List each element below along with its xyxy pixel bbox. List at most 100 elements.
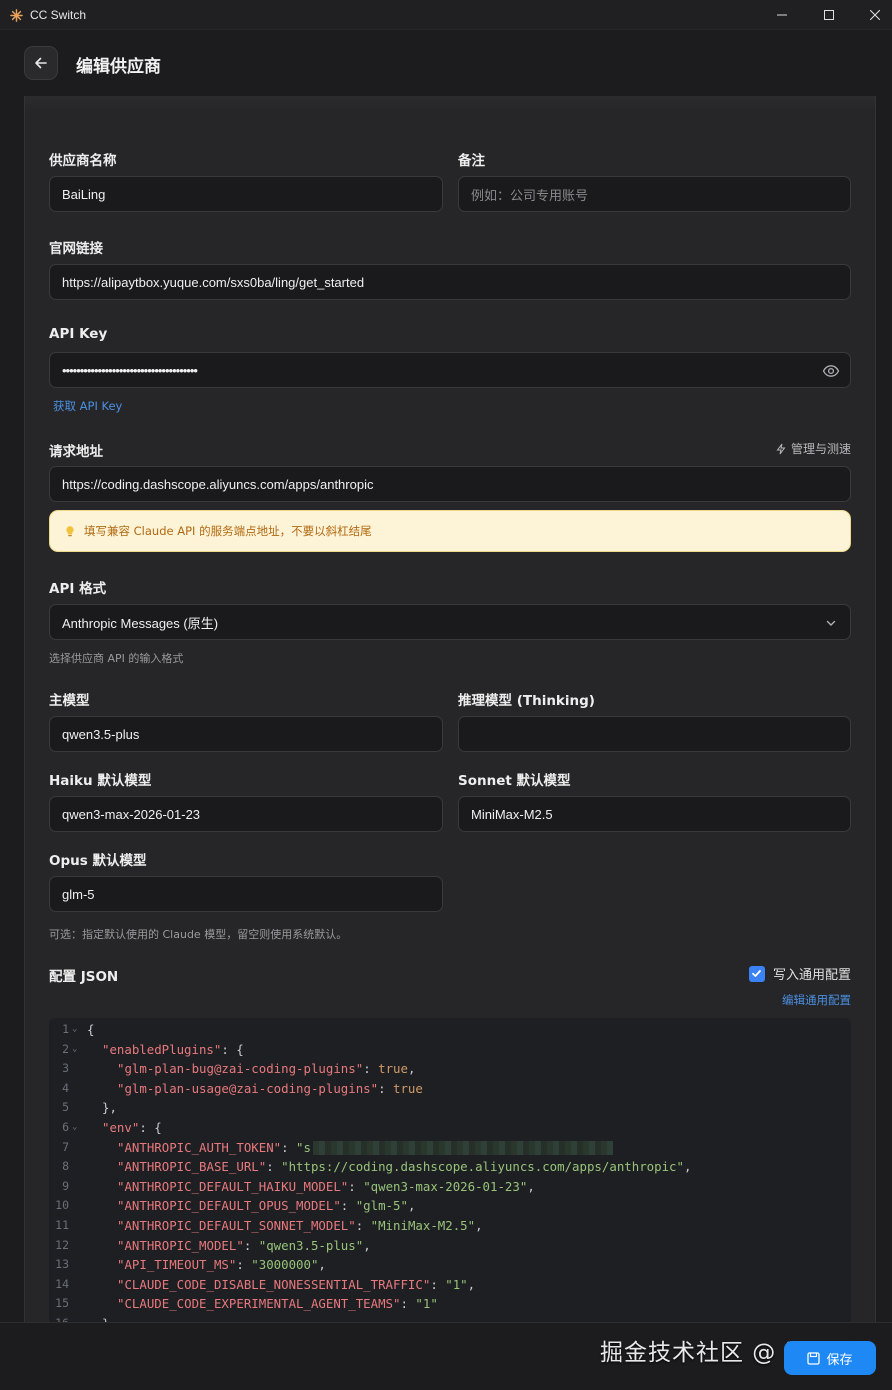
code-line[interactable]: 12 "ANTHROPIC_MODEL": "qwen3.5-plus", (49, 1236, 851, 1256)
manage-speedtest-button[interactable]: 管理与测速 (775, 440, 851, 457)
fold-chevron-icon[interactable]: ⌄ (72, 1118, 77, 1138)
code-token: , (527, 1178, 535, 1194)
code-line[interactable]: 11 "ANTHROPIC_DEFAULT_SONNET_MODEL": "Min… (49, 1216, 851, 1236)
code-token: : (348, 1178, 364, 1194)
arrow-left-icon (35, 57, 47, 69)
code-token: : (400, 1296, 416, 1312)
api-format-value: Anthropic Messages (原生) (62, 615, 219, 631)
code-text: "ANTHROPIC_DEFAULT_SONNET_MODEL": "MiniM… (117, 1216, 483, 1236)
haiku-model-value: qwen3-max-2026-01-23 (62, 806, 201, 822)
code-line[interactable]: 14 "CLAUDE_CODE_DISABLE_NONESSENTIAL_TRAF… (49, 1275, 851, 1295)
code-token: : (430, 1276, 446, 1292)
line-number: 1 (62, 1022, 69, 1036)
code-text: }, (102, 1098, 117, 1118)
manage-speedtest-label: 管理与测速 (790, 442, 851, 456)
code-token: "ANTHROPIC_BASE_URL" (117, 1159, 267, 1175)
code-token: "MiniMax-M2.5" (370, 1218, 476, 1233)
note-input[interactable]: 例如：公司专用账号 (458, 176, 851, 212)
code-line[interactable]: 9 "ANTHROPIC_DEFAULT_HAIKU_MODEL": "qwen3… (49, 1177, 851, 1197)
code-token: : (363, 1061, 379, 1077)
code-line[interactable]: 8 "ANTHROPIC_BASE_URL": "https://coding.d… (49, 1157, 851, 1177)
maximize-icon (824, 10, 834, 20)
code-token: "ANTHROPIC_DEFAULT_SONNET_MODEL" (117, 1218, 356, 1233)
code-line[interactable]: 10 "ANTHROPIC_DEFAULT_OPUS_MODEL": "glm-5… (49, 1196, 851, 1216)
code-text: "glm-plan-usage@zai-coding-plugins": tru… (117, 1079, 423, 1099)
code-token: : (355, 1218, 371, 1233)
line-number: 6 (62, 1120, 69, 1134)
code-token: "qwen3.5-plus" (258, 1237, 364, 1253)
haiku-model-label: Haiku 默认模型 (49, 773, 152, 789)
code-line[interactable]: 3 "glm-plan-bug@zai-coding-plugins": true… (49, 1059, 851, 1079)
line-number: 15 (55, 1296, 69, 1311)
minimize-button[interactable] (759, 0, 805, 30)
code-token: "qwen3-max-2026-01-23" (363, 1178, 528, 1194)
line-number: 2 (62, 1041, 69, 1056)
thinking-model-input[interactable] (458, 716, 851, 752)
code-token: "3000000" (251, 1257, 319, 1273)
line-number: 10 (55, 1198, 69, 1213)
provider-name-value: BaiLing (62, 186, 106, 202)
line-number: 12 (55, 1237, 69, 1252)
website-label: 官网链接 (49, 241, 103, 257)
get-api-key-link[interactable]: 获取 API Key (53, 398, 122, 414)
edit-common-config-link[interactable]: 编辑通用配置 (782, 992, 851, 1008)
code-token: "1" (445, 1276, 468, 1292)
code-line[interactable]: 4 "glm-plan-usage@zai-coding-plugins": tr… (49, 1079, 851, 1099)
code-token: { (87, 1022, 95, 1037)
code-line[interactable]: 13 "API_TIMEOUT_MS": "3000000", (49, 1255, 851, 1275)
redacted-token-block (312, 1141, 613, 1156)
code-line[interactable]: 2 ⌄ "enabledPlugins": { (49, 1040, 851, 1060)
write-common-config-checkbox[interactable] (748, 965, 765, 982)
code-text: "ANTHROPIC_DEFAULT_HAIKU_MODEL": "qwen3-… (117, 1177, 535, 1197)
code-text: "ANTHROPIC_BASE_URL": "https://coding.da… (117, 1157, 691, 1177)
eye-icon[interactable] (822, 362, 840, 380)
save-label: 保存 (826, 1352, 853, 1368)
opus-model-label: Opus 默认模型 (49, 853, 147, 869)
code-token: "https://coding.dashscope.aliyuncs.com/a… (281, 1159, 684, 1175)
code-text: "ANTHROPIC_AUTH_TOKEN": "s (117, 1138, 613, 1158)
api-format-select[interactable]: Anthropic Messages (原生) (49, 604, 851, 640)
code-token: "ANTHROPIC_AUTH_TOKEN" (117, 1139, 282, 1155)
code-token: : (266, 1159, 282, 1175)
back-button[interactable] (24, 46, 58, 80)
save-button[interactable]: 保存 (784, 1341, 876, 1375)
fold-chevron-icon[interactable]: ⌄ (72, 1040, 77, 1060)
fold-chevron-icon[interactable]: ⌄ (72, 1020, 77, 1040)
main-model-input[interactable]: qwen3.5-plus (49, 716, 443, 752)
code-line[interactable]: 1 ⌄ { (49, 1020, 851, 1040)
code-line[interactable]: 16}, (49, 1314, 851, 1322)
haiku-model-input[interactable]: qwen3-max-2026-01-23 (49, 796, 443, 832)
write-common-config-toggle[interactable]: 写入通用配置 (748, 964, 851, 983)
code-line[interactable]: 7 "ANTHROPIC_AUTH_TOKEN": "s (49, 1138, 851, 1158)
code-line[interactable]: 5}, (49, 1098, 851, 1118)
code-token: : { (221, 1041, 244, 1057)
code-text: "ANTHROPIC_MODEL": "qwen3.5-plus", (117, 1236, 371, 1256)
endpoint-input[interactable]: https://coding.dashscope.aliyuncs.com/ap… (49, 466, 851, 502)
code-token: : { (139, 1120, 162, 1135)
code-token: "glm-plan-usage@zai-coding-plugins" (117, 1080, 379, 1096)
code-text: "CLAUDE_CODE_DISABLE_NONESSENTIAL_TRAFFI… (117, 1275, 475, 1295)
code-line[interactable]: 6 ⌄ "env": { (49, 1118, 851, 1138)
line-number: 8 (62, 1159, 69, 1174)
opus-model-input[interactable]: glm-5 (49, 876, 443, 912)
config-json-editor[interactable]: 1 ⌄{2 ⌄ "enabledPlugins": {3 "glm-plan-bug@z… (49, 1018, 851, 1322)
api-key-input[interactable]: •••••••••••••••••••••••••••••••••••••• (49, 352, 851, 388)
endpoint-value: https://coding.dashscope.aliyuncs.com/ap… (62, 476, 374, 492)
page-footer: 掘金技术社区 @ 词元派 保存 (0, 1322, 892, 1390)
website-input[interactable]: https://alipaytbox.yuque.com/sxs0ba/ling… (49, 264, 851, 300)
code-token: "1" (415, 1296, 438, 1312)
maximize-button[interactable] (806, 0, 852, 30)
provider-form-panel[interactable]: 供应商名称 BaiLing 备注 例如：公司专用账号 官网链接 https://… (24, 96, 876, 1322)
code-line[interactable]: 15 "CLAUDE_CODE_EXPERIMENTAL_AGENT_TEAMS"… (49, 1294, 851, 1314)
provider-name-input[interactable]: BaiLing (49, 176, 443, 212)
provider-name-label: 供应商名称 (49, 153, 117, 169)
sonnet-model-input[interactable]: MiniMax-M2.5 (458, 796, 851, 832)
checkmark-icon (752, 970, 762, 977)
sonnet-model-label: Sonnet 默认模型 (458, 773, 571, 789)
close-button[interactable] (852, 0, 892, 30)
chevron-down-icon (826, 620, 836, 626)
code-token: "enabledPlugins" (102, 1041, 222, 1057)
opus-model-value: glm-5 (62, 886, 95, 902)
line-number: 3 (62, 1061, 69, 1076)
code-text: }, (102, 1314, 117, 1322)
